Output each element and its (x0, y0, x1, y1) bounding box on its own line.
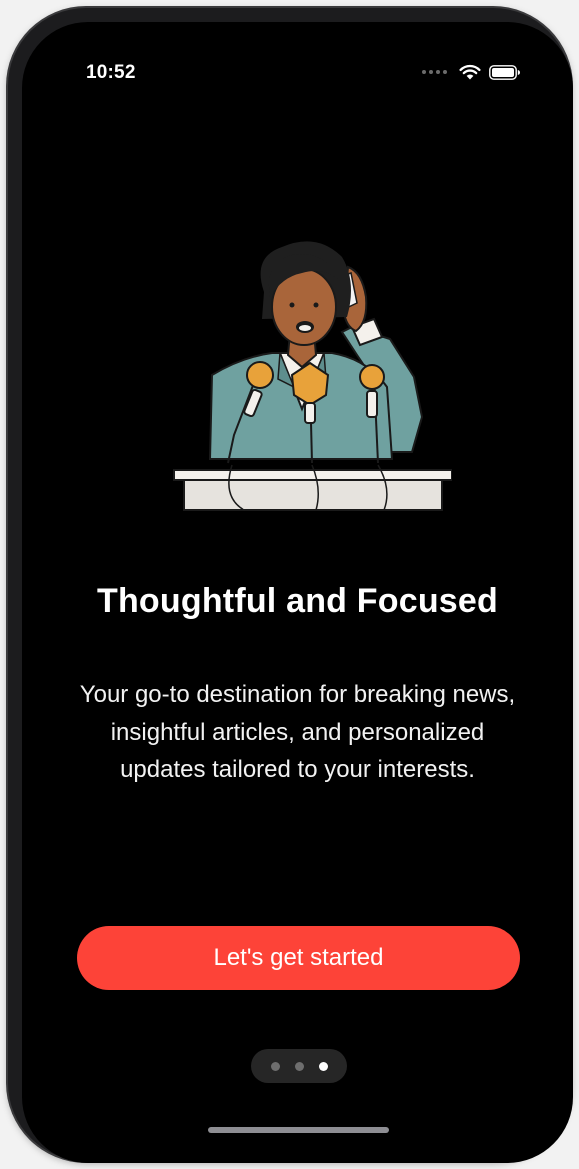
battery-icon (489, 64, 520, 80)
onboarding-description: Your go-to destination for breaking news… (79, 681, 516, 783)
onboarding-title: Thoughtful and Focused (96, 582, 498, 620)
status-time: 10:52 (86, 62, 136, 83)
cellular-signal-icon (422, 70, 447, 74)
speaker-at-podium-illustration (173, 241, 452, 511)
page-dot-1[interactable] (270, 1061, 280, 1071)
page-dot-3-active[interactable] (318, 1061, 328, 1071)
page-indicator[interactable] (251, 1049, 347, 1083)
wifi-icon (459, 64, 481, 80)
app-screen: 10:52 Thoughtful and Focused Your go-to … (22, 22, 573, 1163)
device-frame: 10:52 Thoughtful and Focused Your go-to … (8, 8, 573, 1163)
page-dot-2[interactable] (294, 1061, 304, 1071)
status-icons (422, 64, 521, 80)
get-started-button[interactable]: Let's get started (77, 926, 520, 990)
home-indicator[interactable] (208, 1127, 389, 1133)
